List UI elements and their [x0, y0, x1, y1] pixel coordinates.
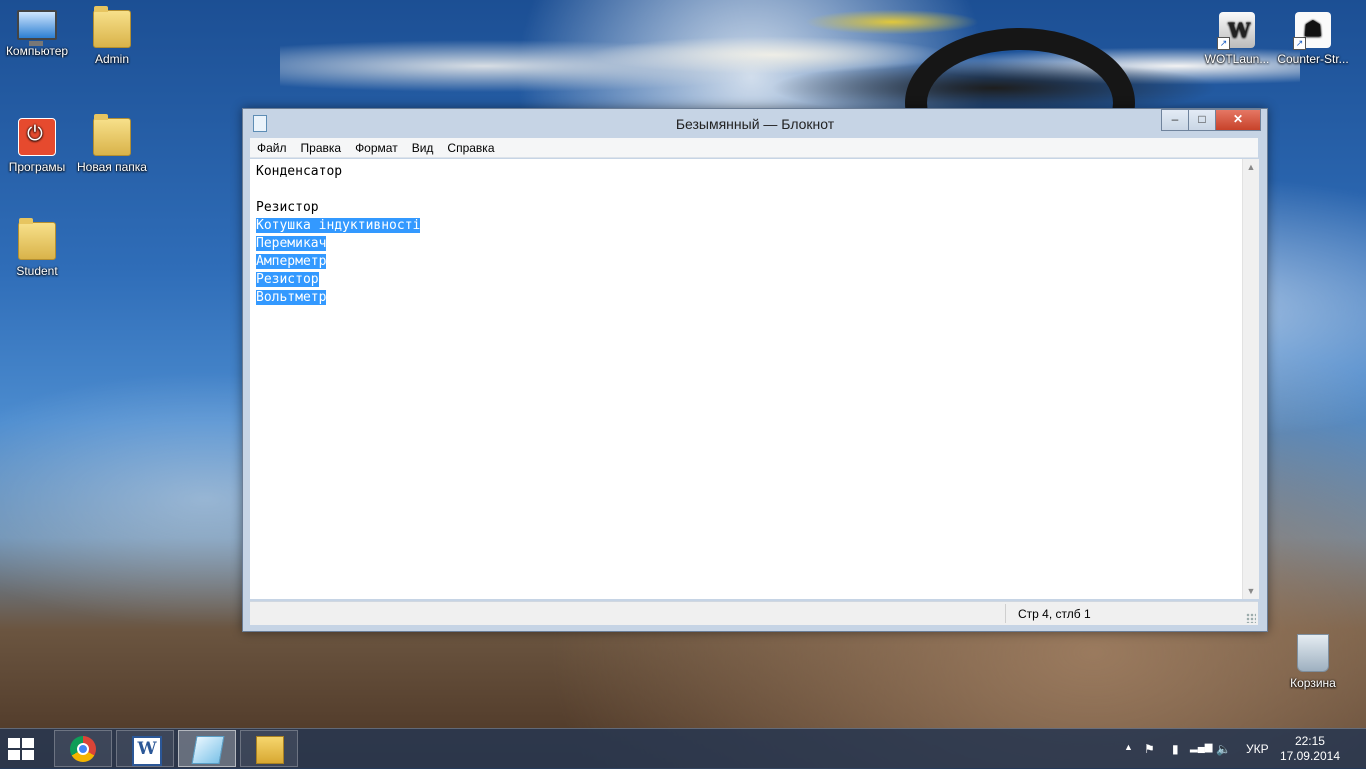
text-line: Конденсатор — [256, 163, 1236, 181]
desktop-icon-label: Програмы — [8, 160, 66, 174]
title-bar[interactable]: Безымянный — Блокнот – □ ✕ — [243, 109, 1267, 137]
desktop-icon-label: Корзина — [1290, 676, 1336, 690]
desktop-icon-label: Student — [16, 264, 58, 278]
power-icon — [18, 118, 56, 156]
taskbar-word[interactable]: W — [116, 730, 174, 767]
start-button[interactable] — [8, 738, 36, 762]
clock-time: 22:15 — [1294, 734, 1325, 748]
line-text: Конденсатор — [256, 164, 343, 179]
close-button[interactable]: ✕ — [1215, 109, 1261, 131]
taskbar: W ▲ ⚑ ▮ ▂▄▆ 🔈 УКР 22:15 17.09.2014 — [0, 728, 1366, 769]
desktop-icon-admin[interactable]: Admin — [75, 6, 149, 66]
volume-icon[interactable]: 🔈 — [1216, 742, 1231, 756]
text-line — [256, 181, 1236, 199]
text-line: Резистор — [256, 199, 1236, 217]
notepad-icon — [191, 736, 225, 764]
taskbar-notepad[interactable] — [178, 730, 236, 767]
text-line: Котушка індуктивності — [256, 217, 1236, 235]
word-icon: W — [132, 736, 162, 766]
desktop-icon-counter-strike[interactable]: ↗ Counter-Str... — [1276, 12, 1350, 66]
notepad-window[interactable]: Безымянный — Блокнот – □ ✕ Файл Правка Фор… — [242, 108, 1268, 632]
taskbar-explorer[interactable] — [240, 730, 298, 767]
text-line: Амперметр — [256, 253, 1236, 271]
resize-grip-icon[interactable] — [1246, 613, 1256, 623]
desktop-icon-label: Компьютер — [5, 44, 69, 58]
system-tray: ▲ ⚑ ▮ ▂▄▆ 🔈 УКР — [1120, 729, 1269, 769]
menu-view[interactable]: Вид — [405, 138, 441, 155]
cursor-position: Стр 4, стлб 1 — [1018, 607, 1091, 621]
desktop-icon-recycle-bin[interactable]: Корзина — [1276, 634, 1350, 690]
scroll-up-icon[interactable]: ▲ — [1243, 159, 1259, 175]
wot-launcher-icon: ↗ — [1217, 12, 1255, 50]
language-indicator[interactable]: УКР — [1246, 742, 1269, 756]
desktop-icon-student[interactable]: Student — [0, 218, 74, 278]
menu-file[interactable]: Файл — [250, 138, 294, 155]
text-line: Резистор — [256, 271, 1236, 289]
taskbar-chrome[interactable] — [54, 730, 112, 767]
desktop-icon-label: Counter-Str... — [1277, 52, 1349, 66]
status-bar: Стр 4, стлб 1 — [250, 601, 1258, 625]
shortcut-arrow-icon: ↗ — [1293, 37, 1306, 50]
desktop-icon-computer[interactable]: Компьютер — [0, 10, 74, 58]
scroll-down-icon[interactable]: ▼ — [1243, 583, 1259, 599]
wallpaper-motocross — [280, 0, 1300, 110]
vertical-scrollbar[interactable]: ▲ ▼ — [1242, 159, 1259, 599]
counter-strike-icon: ↗ — [1293, 12, 1331, 50]
line-text: Амперметр — [256, 254, 327, 269]
line-text: Вольтметр — [256, 290, 327, 305]
desktop-icon-label: Admin — [94, 52, 129, 66]
line-text: Перемикач — [256, 236, 327, 251]
window-title: Безымянный — Блокнот — [675, 116, 835, 132]
text-line: Вольтметр — [256, 289, 1236, 307]
menu-format[interactable]: Формат — [348, 138, 405, 155]
menu-help[interactable]: Справка — [440, 138, 501, 155]
desktop-icon-programs[interactable]: Програмы — [0, 118, 74, 174]
folder-icon — [93, 114, 131, 156]
user-folder-icon — [93, 6, 131, 48]
menu-edit[interactable]: Правка — [294, 138, 349, 155]
action-center-flag-icon[interactable]: ⚑ — [1144, 742, 1155, 756]
maximize-button[interactable]: □ — [1188, 109, 1216, 131]
line-text: Резистор — [256, 272, 319, 287]
folder-icon — [18, 218, 56, 260]
desktop-icon-wot-launcher[interactable]: ↗ WOTLaun... — [1200, 12, 1274, 66]
desktop-icon-label: WOTLaun... — [1204, 52, 1270, 66]
menu-bar: Файл Правка Формат Вид Справка — [250, 138, 1258, 158]
text-editor-area[interactable]: Конденсатор Резистор Котушка індуктивнос… — [250, 159, 1242, 599]
show-hidden-icons-icon[interactable]: ▲ — [1124, 742, 1133, 752]
clock-date: 17.09.2014 — [1279, 749, 1340, 763]
battery-icon[interactable]: ▮ — [1172, 742, 1179, 756]
recycle-bin-icon — [1297, 634, 1329, 672]
explorer-icon — [256, 736, 284, 764]
status-separator — [1005, 604, 1006, 623]
chrome-icon — [70, 736, 96, 762]
desktop-icon-label: Новая папка — [77, 160, 147, 174]
text-line: Перемикач — [256, 235, 1236, 253]
desktop-icon-new-folder[interactable]: Новая папка — [75, 114, 149, 174]
computer-icon — [17, 10, 57, 46]
line-text: Резистор — [256, 200, 319, 215]
line-text: Котушка індуктивності — [256, 218, 421, 233]
shortcut-arrow-icon: ↗ — [1217, 37, 1230, 50]
windows-logo-icon — [8, 738, 20, 748]
minimize-button[interactable]: – — [1161, 109, 1189, 131]
network-signal-icon[interactable]: ▂▄▆ — [1190, 742, 1212, 753]
clock[interactable]: 22:15 17.09.2014 — [1280, 734, 1340, 764]
